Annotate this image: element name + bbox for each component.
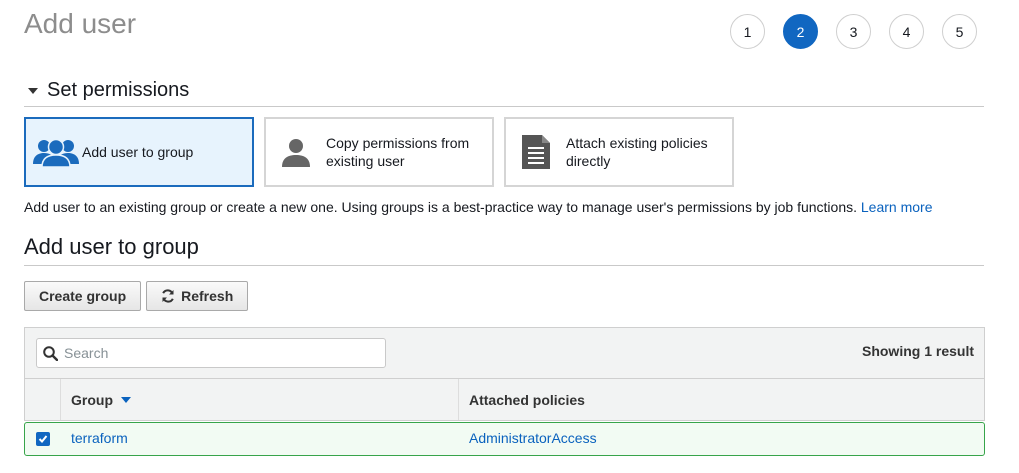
set-permissions-title: Set permissions [47,79,190,101]
sort-down-icon [121,396,131,403]
table-header: Group Attached policies [24,378,985,421]
user-silhouette-icon [266,136,326,168]
result-count: Showing 1 result [861,343,974,359]
search-icon [43,345,58,361]
policies-column-label: Attached policies [469,391,585,408]
step-5[interactable]: 5 [942,14,977,49]
groups-table: Showing 1 result Group Attached policies… [24,327,985,457]
option-copy-permissions[interactable]: Copy permissions from existing user [264,117,494,187]
wizard-stepper: 1 2 3 4 5 [730,14,995,49]
row-checkbox[interactable] [36,432,50,446]
policies-column-header: Attached policies [459,379,984,420]
group-cell: terraform [61,430,459,448]
select-column-header [25,379,61,420]
search-input[interactable] [64,345,364,361]
set-permissions-header[interactable]: Set permissions [24,78,984,107]
option-label: Attach existing policies directly [566,135,708,169]
refresh-button[interactable]: Refresh [146,281,249,311]
users-group-icon [26,137,86,167]
table-toolbar: Showing 1 result [24,327,985,378]
group-column-header[interactable]: Group [61,379,459,420]
permissions-description: Add user to an existing group or create … [24,199,932,215]
option-label: Copy permissions from existing user [326,135,470,169]
search-box[interactable] [36,338,386,368]
row-select-cell [25,432,61,446]
create-group-label: Create group [39,288,127,304]
description-text: Add user to an existing group or create … [24,199,857,215]
policies-cell: AdministratorAccess [459,430,984,448]
table-row[interactable]: terraform AdministratorAccess [24,422,985,456]
refresh-label: Refresh [181,288,234,304]
step-1[interactable]: 1 [730,14,765,49]
learn-more-link[interactable]: Learn more [861,199,933,215]
checkmark-icon [38,435,48,443]
refresh-icon [161,289,175,303]
permission-options: Add user to group Copy permissions from … [24,117,744,187]
group-actions: Create group Refresh [24,281,253,311]
option-label: Add user to group [82,144,194,160]
option-add-user-to-group[interactable]: Add user to group [24,117,254,187]
option-attach-policies[interactable]: Attach existing policies directly [504,117,734,187]
policy-link[interactable]: AdministratorAccess [469,430,597,446]
add-user-to-group-title: Add user to group [24,234,984,266]
step-4[interactable]: 4 [889,14,924,49]
step-3[interactable]: 3 [836,14,871,49]
page-title: Add user [24,8,137,39]
group-link[interactable]: terraform [71,430,128,446]
create-group-button[interactable]: Create group [24,281,142,311]
step-2-active[interactable]: 2 [783,14,818,49]
policy-document-icon [506,135,566,169]
group-column-label: Group [71,391,113,408]
caret-down-icon [28,88,38,94]
